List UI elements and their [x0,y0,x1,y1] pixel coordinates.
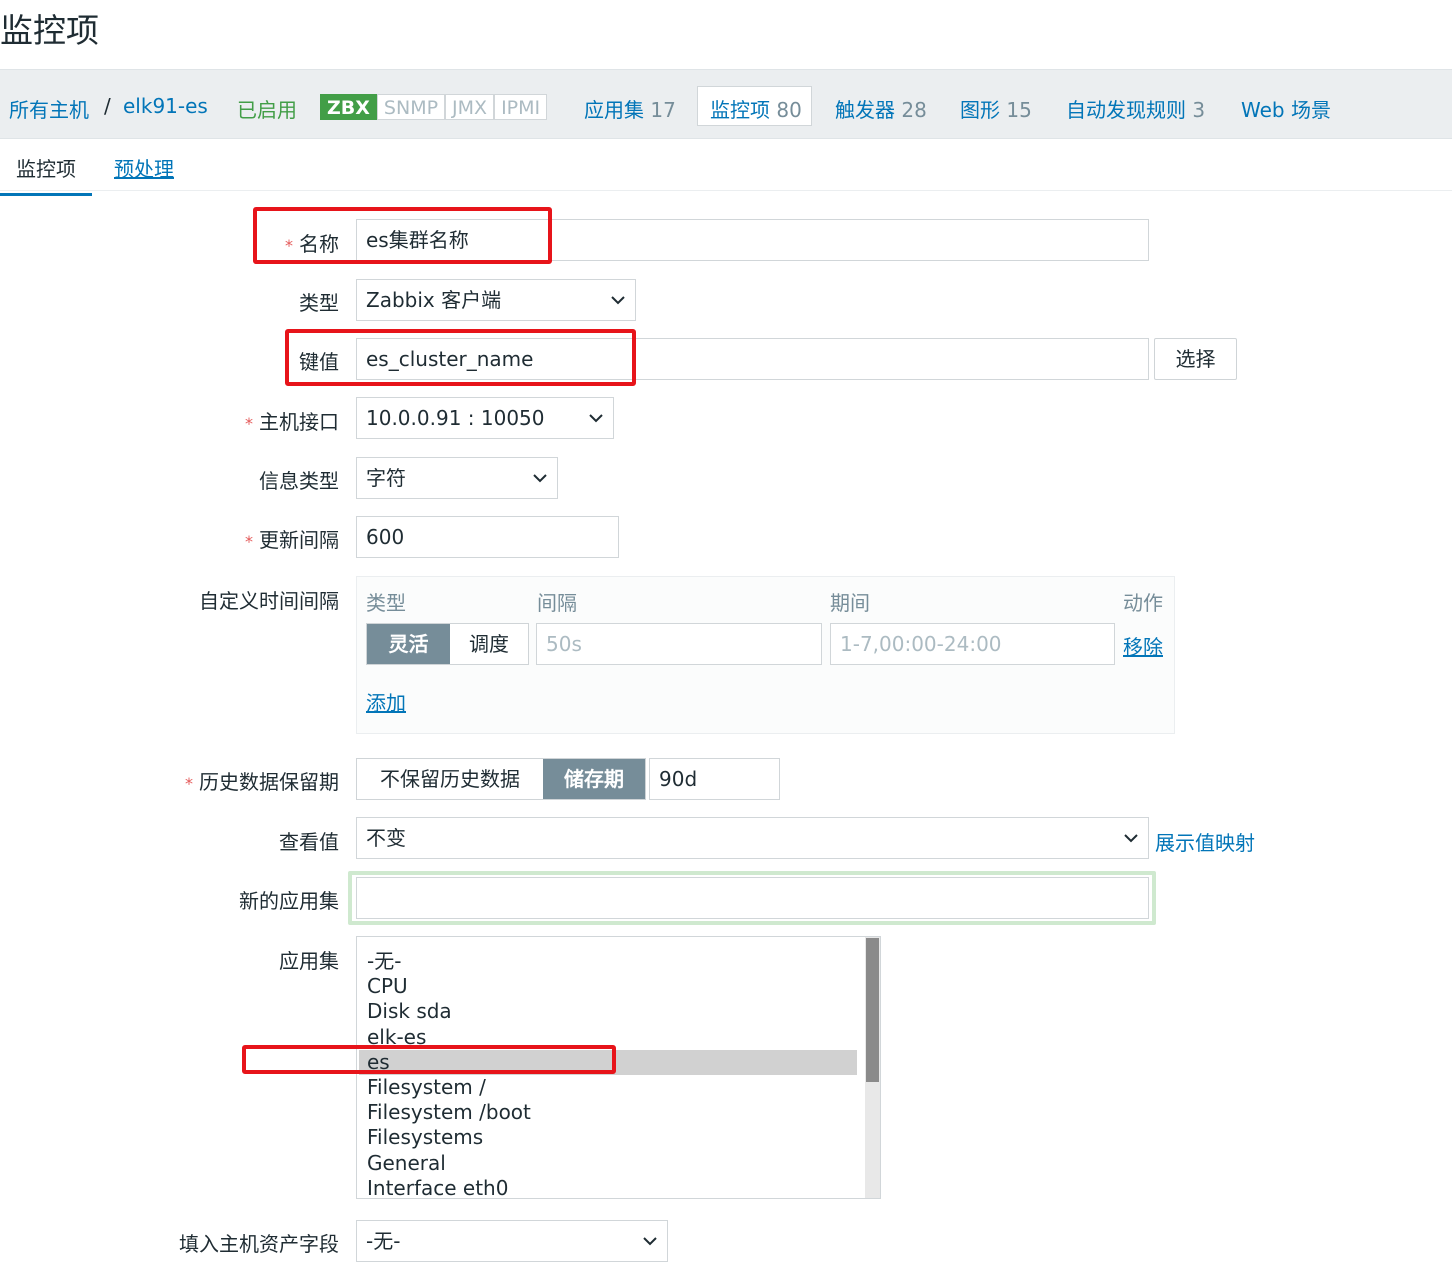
flex-interval-input[interactable]: 50s [536,623,822,665]
custom-intervals-table: 类型 间隔 期间 动作 灵活 调度 50s 1-7,00:00-24:00 移除… [356,576,1175,734]
new-application-input[interactable] [356,877,1149,919]
update-interval-label: * 更新间隔 [245,528,339,552]
valuemap-select-value: 不变 [366,826,406,850]
value-type-select-value: 字符 [366,466,406,490]
history-period-input[interactable]: 90d [649,758,780,800]
interface-label: * 主机接口 [245,410,339,434]
interval-type-scheduling[interactable]: 调度 [450,624,528,664]
tab-preprocessing[interactable]: 预处理 [114,153,174,182]
nav-items[interactable]: 监控项 80 [710,94,802,123]
list-item[interactable]: General [367,1151,857,1176]
availability-snmp: SNMP [376,94,446,120]
status-badge[interactable]: 已启用 [237,94,297,123]
availability-jmx: JMX [445,94,495,120]
list-item[interactable]: Filesystem / [367,1075,857,1100]
list-item-selected[interactable]: es [359,1050,857,1075]
list-item[interactable]: Filesystems [367,1125,857,1150]
list-item[interactable]: CPU [367,974,857,999]
chevron-down-icon [643,1237,657,1246]
chevron-down-icon [611,296,625,305]
value-type-select[interactable]: 字符 [356,457,558,499]
nav-applications[interactable]: 应用集 17 [584,94,676,123]
history-storage-period[interactable]: 储存期 [543,759,645,799]
remove-interval-link[interactable]: 移除 [1123,631,1163,660]
flex-period-input[interactable]: 1-7,00:00-24:00 [830,623,1115,665]
breadcrumb-host[interactable]: elk91-es [123,94,208,118]
key-select-button[interactable]: 选择 [1154,338,1237,380]
update-interval-input[interactable]: 600 [356,516,619,558]
nav-web-scenarios[interactable]: Web 场景 [1241,94,1331,123]
availability-indicators: ZBX SNMP JMX IPMI [320,94,548,120]
valuemap-select[interactable]: 不变 [356,817,1149,859]
interval-type-toggle: 灵活 调度 [366,623,529,665]
page-title: 监控项 [0,11,99,50]
chevron-down-icon [589,414,603,423]
custom-intervals-type-header: 类型 [366,591,406,615]
new-application-label: 新的应用集 [239,889,339,913]
list-item[interactable]: -无- [367,949,857,974]
type-select-value: Zabbix 客户端 [366,288,502,312]
custom-intervals-action-header: 动作 [1123,591,1163,615]
applications-label: 应用集 [279,949,339,973]
key-input[interactable]: es_cluster_name [356,338,1149,380]
list-item[interactable]: elk-es [367,1025,857,1050]
nav-triggers[interactable]: 触发器 28 [835,94,927,123]
chevron-down-icon [533,474,547,483]
show-value-mappings-link[interactable]: 展示值映射 [1155,827,1255,856]
availability-ipmi: IPMI [494,94,548,120]
history-mode-toggle: 不保留历史数据 储存期 [356,758,646,800]
history-label: * 历史数据保留期 [185,770,339,794]
interval-type-flexible[interactable]: 灵活 [367,624,450,664]
key-label: 键值 [299,350,339,374]
history-do-not-keep[interactable]: 不保留历史数据 [357,759,543,799]
custom-intervals-period-header: 期间 [830,591,870,615]
valuemap-label: 查看值 [279,830,339,854]
inventory-label: 填入主机资产字段 [179,1232,339,1256]
nav-graphs[interactable]: 图形 15 [960,94,1032,123]
host-navigation-bar: 所有主机 / elk91-es 已启用 ZBX SNMP JMX IPMI 应用… [0,69,1452,139]
interface-select[interactable]: 10.0.0.91 : 10050 [356,397,614,439]
list-item[interactable]: Disk sda [367,999,857,1024]
custom-intervals-interval-header: 间隔 [537,591,577,615]
nav-discovery-rules[interactable]: 自动发现规则 3 [1066,94,1205,123]
listbox-scrollbar-thumb[interactable] [866,938,879,1082]
chevron-down-icon [1124,834,1138,843]
type-label: 类型 [299,291,339,315]
breadcrumb-all-hosts[interactable]: 所有主机 [9,94,89,123]
form-tabs: 监控项 预处理 [0,139,1452,196]
type-select[interactable]: Zabbix 客户端 [356,279,636,321]
inventory-select[interactable]: -无- [356,1220,668,1262]
applications-listbox[interactable]: -无- CPU Disk sda elk-es es Filesystem / … [356,936,881,1199]
inventory-select-value: -无- [366,1229,401,1253]
custom-intervals-label: 自定义时间间隔 [199,589,339,613]
name-label: * 名称 [285,232,339,256]
availability-zbx: ZBX [320,94,377,120]
list-item[interactable]: Interface eth0 [367,1176,857,1198]
value-type-label: 信息类型 [259,469,339,493]
interface-select-value: 10.0.0.91 : 10050 [366,406,545,430]
list-item[interactable]: Filesystem /boot [367,1100,857,1125]
add-interval-link[interactable]: 添加 [366,687,406,716]
name-input[interactable]: es集群名称 [356,219,1149,261]
breadcrumb-separator: / [104,94,111,118]
tab-item[interactable]: 监控项 [0,153,92,196]
